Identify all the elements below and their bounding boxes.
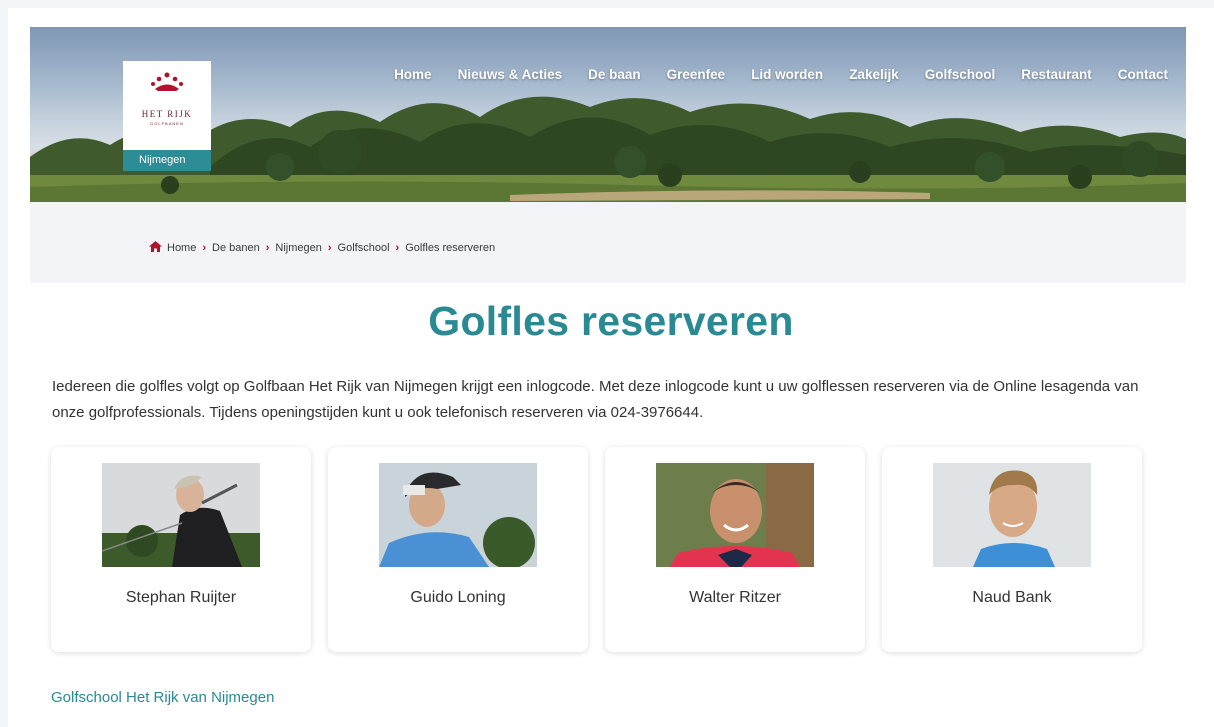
breadcrumb: Home › De banen › Nijmegen › Golfschool … bbox=[149, 241, 495, 255]
pro-card[interactable]: Walter Ritzer bbox=[605, 447, 865, 652]
nav-lid-worden[interactable]: Lid worden bbox=[751, 67, 823, 82]
breadcrumb-home[interactable]: Home bbox=[167, 242, 196, 254]
crown-icon bbox=[123, 71, 211, 98]
chevron-right-icon: › bbox=[327, 242, 332, 254]
logo-name: HET RIJK bbox=[141, 109, 193, 119]
pro-name: Naud Bank bbox=[972, 589, 1052, 606]
home-icon[interactable] bbox=[149, 241, 162, 255]
chevron-right-icon: › bbox=[265, 242, 270, 254]
pro-photo bbox=[933, 463, 1091, 567]
logo-subtitle: GOLFBANEN bbox=[150, 121, 184, 126]
pro-photo bbox=[656, 463, 814, 567]
pro-card[interactable]: Guido Loning bbox=[328, 447, 588, 652]
nav-de-baan[interactable]: De baan bbox=[588, 67, 641, 82]
pro-name: Walter Ritzer bbox=[689, 589, 781, 606]
breadcrumb-nijmegen[interactable]: Nijmegen bbox=[275, 242, 321, 254]
pro-name: Stephan Ruijter bbox=[125, 589, 237, 606]
breadcrumb-current: Golfles reserveren bbox=[405, 242, 496, 254]
nav-zakelijk[interactable]: Zakelijk bbox=[849, 67, 899, 82]
site-logo[interactable]: HET RIJK GOLFBANEN Nijmegen bbox=[123, 61, 211, 171]
breadcrumb-de-banen[interactable]: De banen bbox=[212, 242, 260, 254]
chevron-right-icon: › bbox=[395, 242, 400, 254]
header-banner: HET RIJK GOLFBANEN Nijmegen Home Nieuws … bbox=[30, 27, 1186, 202]
nav-nieuws-acties[interactable]: Nieuws & Acties bbox=[458, 67, 563, 82]
pro-name: Guido Loning bbox=[410, 589, 506, 606]
chevron-right-icon: › bbox=[202, 242, 207, 254]
location-label: Nijmegen bbox=[123, 150, 211, 171]
pro-photo bbox=[102, 463, 260, 567]
pro-card[interactable]: Stephan Ruijter bbox=[51, 447, 311, 652]
breadcrumb-bar: Home › De banen › Nijmegen › Golfschool … bbox=[30, 202, 1186, 283]
pro-photo bbox=[379, 463, 537, 567]
page-title: Golfles reserveren bbox=[428, 298, 794, 344]
nav-contact[interactable]: Contact bbox=[1118, 67, 1168, 82]
pro-card[interactable]: Naud Bank bbox=[882, 447, 1142, 652]
nav-home[interactable]: Home bbox=[394, 67, 432, 82]
page: HET RIJK GOLFBANEN Nijmegen Home Nieuws … bbox=[8, 8, 1214, 727]
nav-golfschool[interactable]: Golfschool bbox=[925, 67, 996, 82]
nav-greenfee[interactable]: Greenfee bbox=[667, 67, 726, 82]
golfschool-link[interactable]: Golfschool Het Rijk van Nijmegen bbox=[51, 689, 274, 706]
breadcrumb-golfschool[interactable]: Golfschool bbox=[338, 242, 390, 254]
intro-text: Iedereen die golfles volgt op Golfbaan H… bbox=[52, 378, 1139, 421]
nav-restaurant[interactable]: Restaurant bbox=[1021, 67, 1092, 82]
main-navigation: Home Nieuws & Acties De baan Greenfee Li… bbox=[368, 67, 1168, 82]
